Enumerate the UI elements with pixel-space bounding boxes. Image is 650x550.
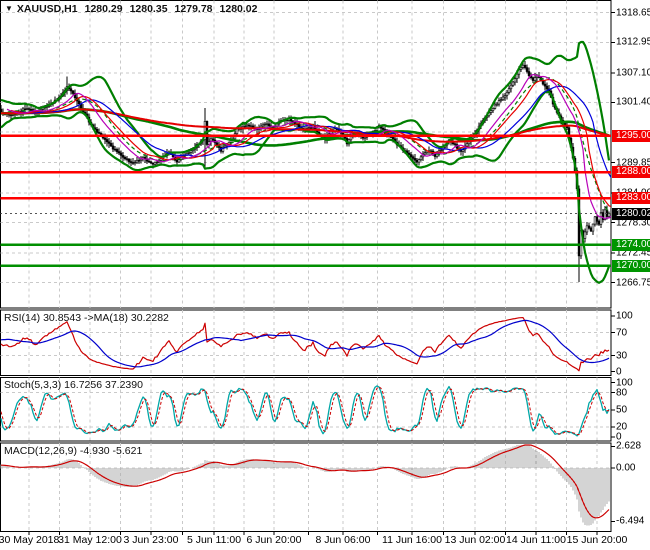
panel-splitter-rsi[interactable]	[0, 306, 612, 310]
panel-splitter-stoch[interactable]	[0, 374, 612, 378]
chart-canvas[interactable]	[0, 0, 650, 550]
trading-chart-window: ▼XAUUSD,H11280.291280.351279.781280.02 R…	[0, 0, 650, 550]
panel-splitter-macd[interactable]	[0, 440, 612, 444]
